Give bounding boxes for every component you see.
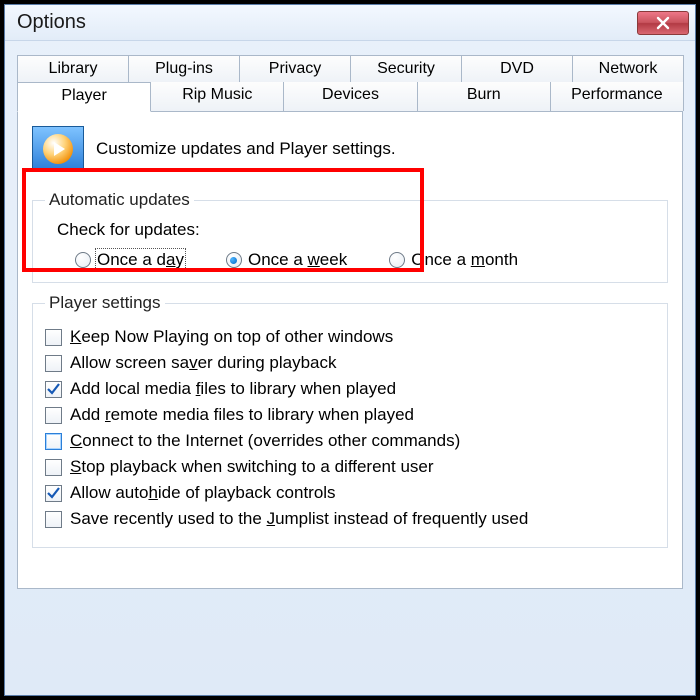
checkbox-icon (45, 433, 62, 450)
tab-privacy[interactable]: Privacy (239, 55, 351, 83)
checkbox-label: Keep Now Playing on top of other windows (70, 327, 393, 347)
radio-label-day: Once a day (97, 250, 184, 270)
checkbox-icon (45, 511, 62, 528)
check-for-updates-label: Check for updates: (57, 220, 655, 240)
options-window: Options Library Plug-ins Privacy Securit… (4, 4, 696, 696)
player-settings-legend: Player settings (45, 293, 165, 313)
tab-row-2: Player Rip Music Devices Burn Performanc… (17, 82, 683, 111)
checkbox-label: Connect to the Internet (overrides other… (70, 431, 460, 451)
checkbox-screen-saver[interactable]: Allow screen saver during playback (45, 353, 655, 373)
radio-circle-icon (226, 252, 242, 268)
tab-dvd[interactable]: DVD (461, 55, 573, 83)
checkbox-label: Add remote media files to library when p… (70, 405, 414, 425)
radio-once-a-week[interactable]: Once a week (226, 250, 347, 270)
checkbox-add-remote-media[interactable]: Add remote media files to library when p… (45, 405, 655, 425)
tab-security[interactable]: Security (350, 55, 462, 83)
checkbox-label: Save recently used to the Jumplist inste… (70, 509, 528, 529)
close-icon (656, 16, 670, 30)
titlebar: Options (5, 5, 695, 41)
checkbox-label: Stop playback when switching to a differ… (70, 457, 434, 477)
checkbox-keep-on-top[interactable]: Keep Now Playing on top of other windows (45, 327, 655, 347)
intro-text: Customize updates and Player settings. (96, 139, 396, 159)
tab-row-1: Library Plug-ins Privacy Security DVD Ne… (17, 55, 683, 83)
tab-content-player: Customize updates and Player settings. A… (17, 111, 683, 589)
radio-once-a-day[interactable]: Once a day (75, 250, 184, 270)
checkbox-icon (45, 485, 62, 502)
checkbox-add-local-media[interactable]: Add local media files to library when pl… (45, 379, 655, 399)
checkbox-stop-switching-user[interactable]: Stop playback when switching to a differ… (45, 457, 655, 477)
checkbox-label: Allow autohide of playback controls (70, 483, 336, 503)
tab-network[interactable]: Network (572, 55, 684, 83)
checkbox-jumplist[interactable]: Save recently used to the Jumplist inste… (45, 509, 655, 529)
tab-burn[interactable]: Burn (417, 82, 551, 111)
checkbox-icon (45, 407, 62, 424)
automatic-updates-legend: Automatic updates (45, 190, 194, 210)
tab-rip-music[interactable]: Rip Music (150, 82, 284, 111)
tabs-area: Library Plug-ins Privacy Security DVD Ne… (5, 41, 695, 589)
checkbox-label: Add local media files to library when pl… (70, 379, 396, 399)
checkbox-icon (45, 329, 62, 346)
radio-circle-icon (389, 252, 405, 268)
radio-once-a-month[interactable]: Once a month (389, 250, 518, 270)
tab-player[interactable]: Player (17, 82, 151, 112)
intro-row: Customize updates and Player settings. (32, 126, 668, 172)
radio-circle-icon (75, 252, 91, 268)
checkbox-label: Allow screen saver during playback (70, 353, 336, 373)
tab-plugins[interactable]: Plug-ins (128, 55, 240, 83)
checkbox-icon (45, 459, 62, 476)
radio-label-month: Once a month (411, 250, 518, 270)
close-button[interactable] (637, 11, 689, 35)
window-title: Options (17, 11, 637, 34)
player-settings-group: Player settings Keep Now Playing on top … (32, 293, 668, 548)
checkbox-icon (45, 381, 62, 398)
tab-performance[interactable]: Performance (550, 82, 684, 111)
checkbox-connect-internet[interactable]: Connect to the Internet (overrides other… (45, 431, 655, 451)
checkbox-icon (45, 355, 62, 372)
update-frequency-radios: Once a day Once a week Once a month (75, 250, 655, 270)
checkbox-autohide-controls[interactable]: Allow autohide of playback controls (45, 483, 655, 503)
radio-label-week: Once a week (248, 250, 347, 270)
wmp-icon (32, 126, 84, 172)
automatic-updates-group: Automatic updates Check for updates: Onc… (32, 190, 668, 283)
tab-devices[interactable]: Devices (283, 82, 417, 111)
tab-library[interactable]: Library (17, 55, 129, 83)
